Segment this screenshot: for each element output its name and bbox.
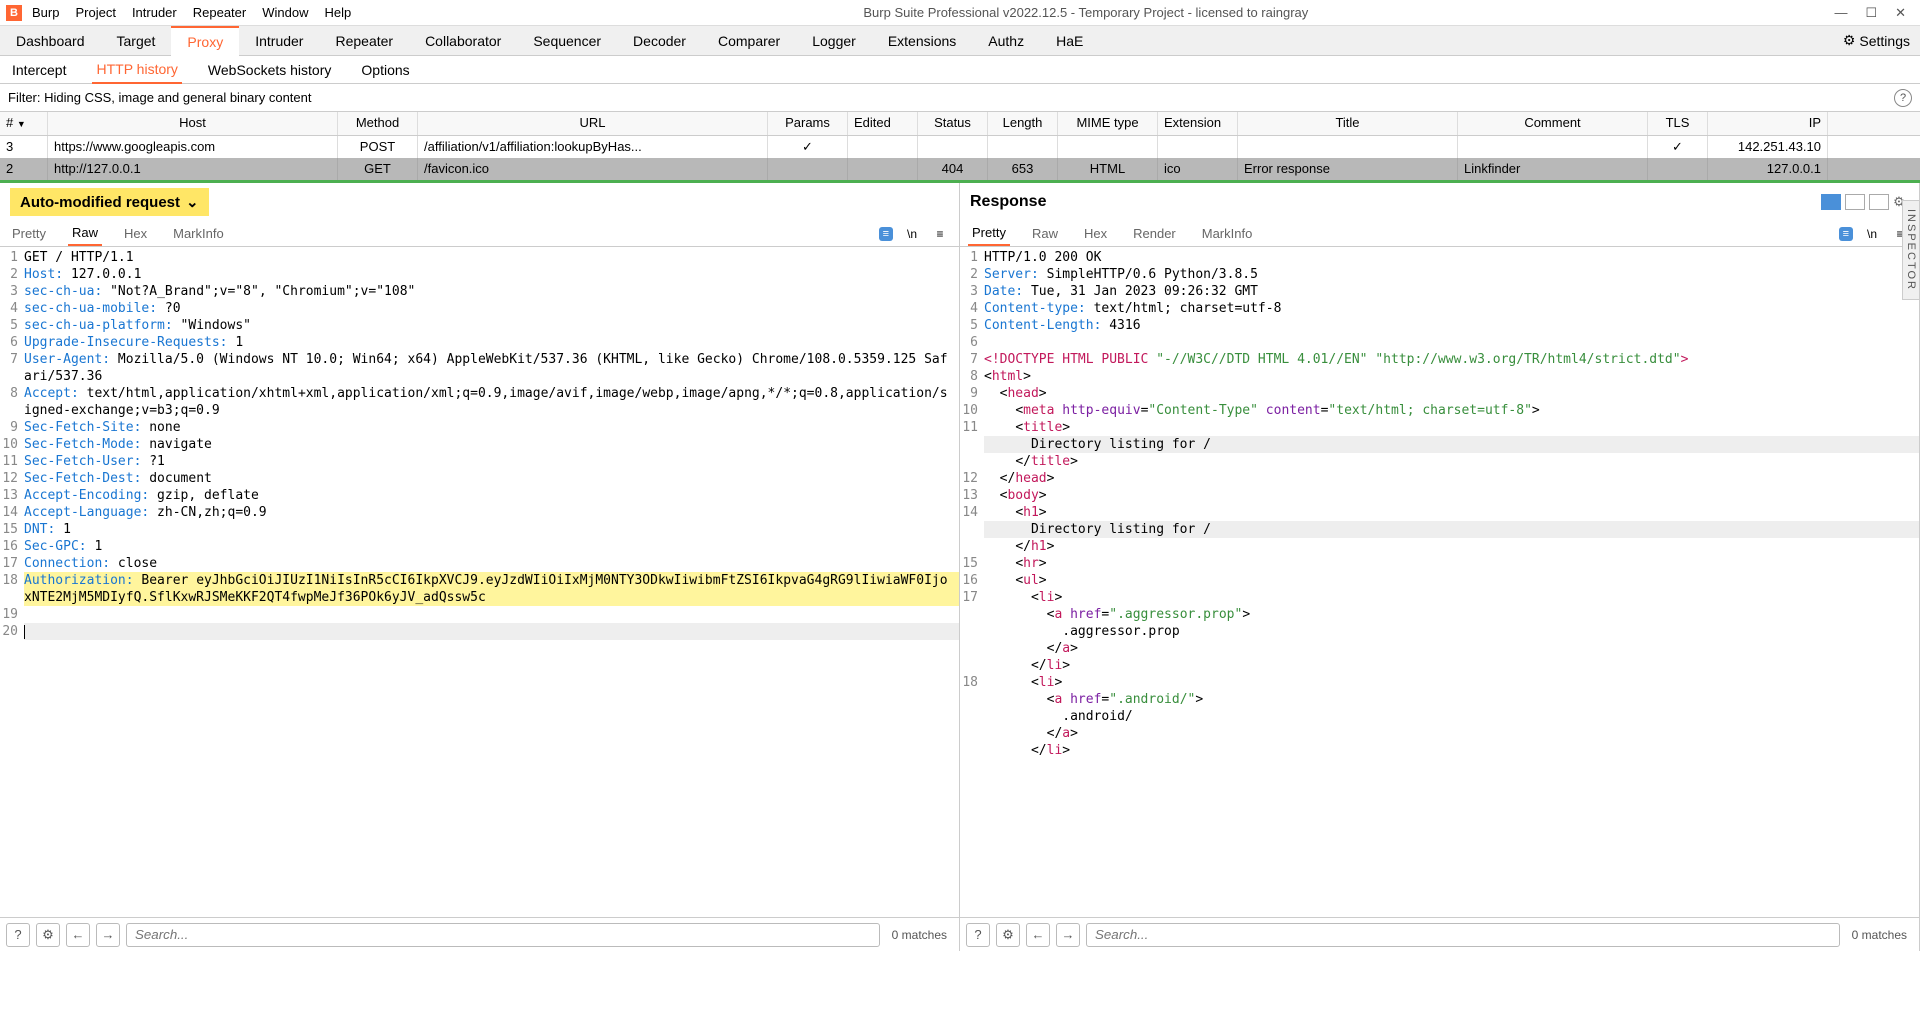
search-input[interactable] [1086, 923, 1840, 947]
tab-collaborator[interactable]: Collaborator [409, 27, 517, 55]
col-title[interactable]: Title [1238, 112, 1458, 135]
help-icon[interactable]: ? [966, 923, 990, 947]
gear-icon: ⚙ [1843, 32, 1856, 49]
close-icon[interactable]: ✕ [1895, 5, 1906, 21]
request-editor[interactable]: 1GET / HTTP/1.12Host: 127.0.0.13sec-ch-u… [0, 247, 959, 917]
minimize-icon[interactable]: — [1834, 5, 1847, 21]
actions-icon[interactable]: ≡ [879, 227, 893, 241]
table-row[interactable]: 2http://127.0.0.1GET/favicon.ico404653HT… [0, 158, 1920, 180]
help-icon[interactable]: ? [6, 923, 30, 947]
col-mime[interactable]: MIME type [1058, 112, 1158, 135]
col-ip[interactable]: IP [1708, 112, 1828, 135]
request-search-bar: ? ⚙ ← → 0 matches [0, 917, 959, 951]
layout-toggle[interactable] [1821, 194, 1889, 210]
request-view-tabs: Pretty Raw Hex MarkInfo ≡ \n ≡ [0, 221, 959, 247]
prev-icon[interactable]: ← [1026, 923, 1050, 947]
maximize-icon[interactable]: ☐ [1865, 5, 1877, 21]
col-host[interactable]: Host [48, 112, 338, 135]
help-icon[interactable]: ? [1894, 89, 1912, 107]
viewtab-hex[interactable]: Hex [120, 222, 151, 245]
viewtab-markinfo[interactable]: MarkInfo [169, 222, 228, 245]
actions-icon[interactable]: ≡ [1839, 227, 1853, 241]
newline-icon[interactable]: \n [1863, 225, 1881, 243]
tab-logger[interactable]: Logger [796, 27, 872, 55]
app-icon: B [6, 5, 22, 21]
main-tabs: DashboardTargetProxyIntruderRepeaterColl… [0, 26, 1920, 56]
col-edited[interactable]: Edited [848, 112, 918, 135]
menu-window[interactable]: Window [262, 5, 308, 20]
viewtab-raw[interactable]: Raw [68, 221, 102, 246]
gear-icon[interactable]: ⚙ [996, 923, 1020, 947]
hamburger-icon[interactable]: ≡ [931, 225, 949, 243]
menu-burp[interactable]: Burp [32, 5, 59, 20]
viewtab-markinfo[interactable]: MarkInfo [1198, 222, 1257, 245]
tab-dashboard[interactable]: Dashboard [0, 27, 101, 55]
subtab-intercept[interactable]: Intercept [8, 57, 70, 83]
settings-label: Settings [1859, 33, 1910, 49]
next-icon[interactable]: → [1056, 923, 1080, 947]
menu-intruder[interactable]: Intruder [132, 5, 177, 20]
viewtab-raw[interactable]: Raw [1028, 222, 1062, 245]
menu-project[interactable]: Project [75, 5, 115, 20]
titlebar: B BurpProjectIntruderRepeaterWindowHelp … [0, 0, 1920, 26]
chevron-down-icon: ⌄ [186, 193, 199, 211]
viewtab-pretty[interactable]: Pretty [8, 222, 50, 245]
col-ext[interactable]: Extension [1158, 112, 1238, 135]
layout-tabs-icon[interactable] [1869, 194, 1889, 210]
tab-proxy[interactable]: Proxy [171, 26, 239, 56]
filter-bar[interactable]: Filter: Hiding CSS, image and general bi… [0, 84, 1920, 112]
history-table-body: 3https://www.googleapis.comPOST/affiliat… [0, 136, 1920, 180]
subtab-http-history[interactable]: HTTP history [92, 56, 181, 84]
col-length[interactable]: Length [988, 112, 1058, 135]
response-title: Response [970, 193, 1046, 211]
response-viewer[interactable]: 1HTTP/1.0 200 OK2Server: SimpleHTTP/0.6 … [960, 247, 1919, 917]
settings-button[interactable]: ⚙ Settings [1833, 32, 1920, 49]
tab-extensions[interactable]: Extensions [872, 27, 972, 55]
viewtab-pretty[interactable]: Pretty [968, 221, 1010, 246]
menu-help[interactable]: Help [324, 5, 351, 20]
response-panel: Response ⚙ PrettyRawHexRenderMarkInfo ≡ … [960, 183, 1920, 951]
history-table-header: # ▼ Host Method URL Params Edited Status… [0, 112, 1920, 136]
proxy-subtabs: Intercept HTTP history WebSockets history O… [0, 56, 1920, 84]
response-view-tabs: PrettyRawHexRenderMarkInfo ≡ \n ≡ [960, 221, 1919, 247]
match-count: 0 matches [1846, 928, 1913, 942]
tab-intruder[interactable]: Intruder [239, 27, 319, 55]
col-tls[interactable]: TLS [1648, 112, 1708, 135]
inspector-tab[interactable]: INSPECTOR [1902, 200, 1920, 300]
tab-decoder[interactable]: Decoder [617, 27, 702, 55]
table-row[interactable]: 3https://www.googleapis.comPOST/affiliat… [0, 136, 1920, 158]
col-comment[interactable]: Comment [1458, 112, 1648, 135]
next-icon[interactable]: → [96, 923, 120, 947]
menubar: Burp Project Intruder Repeater Window Help [28, 5, 351, 20]
layout-columns-icon[interactable] [1821, 194, 1841, 210]
tab-sequencer[interactable]: Sequencer [517, 27, 617, 55]
newline-icon[interactable]: \n [903, 225, 921, 243]
request-panel: Auto-modified request⌄ Pretty Raw Hex MarkI… [0, 183, 960, 951]
col-num[interactable]: # ▼ [0, 112, 48, 135]
tab-comparer[interactable]: Comparer [702, 27, 796, 55]
gear-icon[interactable]: ⚙ [36, 923, 60, 947]
search-input[interactable] [126, 923, 880, 947]
tab-target[interactable]: Target [101, 27, 172, 55]
layout-rows-icon[interactable] [1845, 194, 1865, 210]
window-title: Burp Suite Professional v2022.12.5 - Tem… [351, 5, 1820, 20]
response-search-bar: ? ⚙ ← → 0 matches [960, 917, 1919, 951]
filter-text: Filter: Hiding CSS, image and general bi… [8, 90, 1894, 105]
col-url[interactable]: URL [418, 112, 768, 135]
menu-repeater[interactable]: Repeater [193, 5, 246, 20]
request-title[interactable]: Auto-modified request⌄ [10, 188, 209, 216]
tab-hae[interactable]: HaE [1040, 27, 1099, 55]
tab-repeater[interactable]: Repeater [319, 27, 409, 55]
viewtab-hex[interactable]: Hex [1080, 222, 1111, 245]
match-count: 0 matches [886, 928, 953, 942]
col-method[interactable]: Method [338, 112, 418, 135]
col-params[interactable]: Params [768, 112, 848, 135]
viewtab-render[interactable]: Render [1129, 222, 1180, 245]
col-status[interactable]: Status [918, 112, 988, 135]
subtab-websockets-history[interactable]: WebSockets history [204, 57, 335, 83]
tab-authz[interactable]: Authz [972, 27, 1040, 55]
subtab-options[interactable]: Options [357, 57, 413, 83]
prev-icon[interactable]: ← [66, 923, 90, 947]
